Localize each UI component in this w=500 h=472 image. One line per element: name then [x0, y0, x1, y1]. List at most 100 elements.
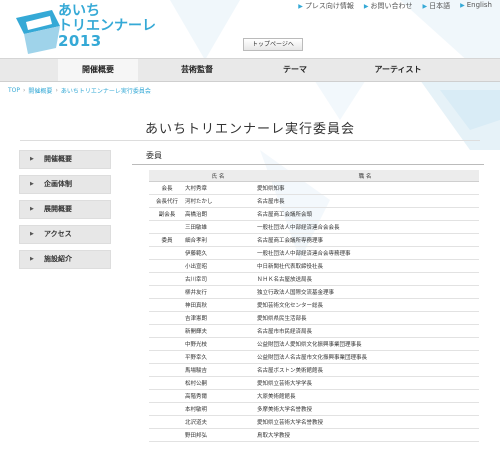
cell-name: 古川幸司	[185, 272, 251, 286]
cell-title: 中日新聞社代表取締役社長	[251, 259, 479, 273]
nav-director[interactable]: 芸術監督	[157, 59, 237, 81]
nav-artists[interactable]: アーティスト	[358, 59, 438, 81]
cell-name: 吉津憲朗	[185, 311, 251, 325]
cell-name: 三田敏雄	[185, 220, 251, 234]
table-row: 中野光枝 公益財団法人愛知県文化振興事業団理事長	[149, 337, 479, 351]
cell-role	[149, 350, 185, 364]
sidebar-item-access[interactable]: アクセス	[19, 225, 111, 244]
section-divider	[132, 164, 484, 165]
top-page-button[interactable]: トップページへ	[243, 38, 303, 51]
cell-title: 愛知県立芸術大学学長	[251, 376, 479, 390]
table-row: 本村敏明 多摩美術大学名誉教授	[149, 402, 479, 416]
main-nav: 開催概要 芸術監督 テーマ アーティスト	[0, 58, 500, 82]
table-row: 古川幸司 ＮＨＫ名古屋放送局長	[149, 272, 479, 286]
cell-title: 愛知芸術文化センター総長	[251, 298, 479, 312]
nav-theme[interactable]: テーマ	[255, 59, 335, 81]
sidebar-item-facilities[interactable]: 施設紹介	[19, 250, 111, 269]
sidebar-item-organization[interactable]: 企画体制	[19, 175, 111, 194]
cell-role	[149, 220, 185, 234]
table-header-role	[149, 170, 185, 182]
cell-name: 伊藤範久	[185, 246, 251, 260]
cell-title: 公益財団法人名古屋市文化振興事業団理事長	[251, 350, 479, 364]
cell-role: 副会長	[149, 207, 185, 221]
table-row: 北沢道夫 愛知県立芸術大学名誉教授	[149, 415, 479, 429]
cell-title: 多摩美術大学名誉教授	[251, 402, 479, 416]
breadcrumb-top[interactable]: TOP	[8, 87, 20, 94]
table-row: 会長 大村秀章 愛知県知事	[149, 181, 479, 195]
cell-role: 会長	[149, 181, 185, 195]
cell-name: 野田邦弘	[185, 428, 251, 442]
cell-name: 高階秀爾	[185, 389, 251, 403]
sidebar-item-overview[interactable]: 開催概要	[19, 150, 111, 169]
cell-name: 神田真秋	[185, 298, 251, 312]
cell-name: 北沢道夫	[185, 415, 251, 429]
cell-role	[149, 285, 185, 299]
breadcrumb: TOP › 開催概要 › あいちトリエンナーレ実行委員会	[8, 86, 151, 95]
breadcrumb-separator: ›	[23, 87, 26, 94]
cell-title: 名古屋市市民経済局長	[251, 324, 479, 338]
table-row: 松村公嗣 愛知県立芸術大学学長	[149, 376, 479, 390]
title-divider	[20, 140, 480, 141]
table-row: 高階秀爾 大原美術館館長	[149, 389, 479, 403]
press-link[interactable]: プレス向け情報	[298, 1, 354, 11]
utility-links: プレス向け情報 お問い合わせ 日本語 English	[298, 1, 492, 11]
table-row: 馬場駿吉 名古屋ボストン美術館館長	[149, 363, 479, 377]
contact-link[interactable]: お問い合わせ	[364, 1, 412, 11]
table-row: 三田敏雄 一般社団法人中部経済連合会会長	[149, 220, 479, 234]
cell-title: 名古屋市長	[251, 194, 479, 208]
cell-name: 高橋治朗	[185, 207, 251, 221]
japanese-link[interactable]: 日本語	[422, 1, 450, 11]
cell-title: 愛知県立芸術大学名誉教授	[251, 415, 479, 429]
logo-line1: あいち	[58, 3, 100, 19]
cell-role	[149, 428, 185, 442]
cell-role	[149, 246, 185, 260]
table-row: 委員 細合孝利 名古屋商工会議所専務理事	[149, 233, 479, 247]
table-row: 柳井友行 独立行政法人国際交流基金理事	[149, 285, 479, 299]
cell-name: 馬場駿吉	[185, 363, 251, 377]
table-row: 吉津憲朗 愛知県県民生活部長	[149, 311, 479, 325]
table-header-title: 職 名	[251, 170, 479, 182]
cell-name: 柳井友行	[185, 285, 251, 299]
english-link[interactable]: English	[460, 1, 492, 11]
table-row: 神田真秋 愛知芸術文化センター総長	[149, 298, 479, 312]
cell-title: 公益財団法人愛知県文化振興事業団理事長	[251, 337, 479, 351]
logo-text: あいち トリエンナーレ 2013	[58, 4, 156, 49]
cell-role	[149, 324, 185, 338]
sidebar: 開催概要 企画体制 展開概要 アクセス 施設紹介	[19, 150, 111, 275]
main-content: 委員 氏 名 職 名 会長 大村秀章 愛知県知事 会長代行 河村たかし 名古屋市長 副会長高…	[132, 150, 484, 442]
cell-title: ＮＨＫ名古屋放送局長	[251, 272, 479, 286]
cell-role	[149, 259, 185, 273]
sidebar-item-exhibition[interactable]: 展開概要	[19, 200, 111, 219]
section-title: 委員	[146, 151, 162, 160]
table-header-name: 氏 名	[185, 170, 251, 182]
cell-name: 細合孝利	[185, 233, 251, 247]
cell-role	[149, 376, 185, 390]
site-header: あいち トリエンナーレ 2013 プレス向け情報 お問い合わせ 日本語 Engl…	[0, 0, 500, 58]
members-table: 氏 名 職 名 会長 大村秀章 愛知県知事 会長代行 河村たかし 名古屋市長 副会長 高橋治朗…	[149, 170, 479, 442]
table-row: 会長代行 河村たかし 名古屋市長	[149, 194, 479, 208]
breadcrumb-separator: ›	[55, 87, 58, 94]
breadcrumb-current: あいちトリエンナーレ実行委員会	[60, 88, 151, 95]
cell-title: 名古屋商工会議所専務理事	[251, 233, 479, 247]
cell-title: 一般社団法人中部経済連合会専務理事	[251, 246, 479, 260]
cell-name: 平野幸久	[185, 350, 251, 364]
cell-role	[149, 337, 185, 351]
cell-role	[149, 363, 185, 377]
cell-title: 名古屋商工会議所会頭	[251, 207, 479, 221]
cell-role	[149, 272, 185, 286]
cell-title: 大原美術館館長	[251, 389, 479, 403]
logo-year: 2013	[58, 32, 102, 50]
cell-role	[149, 402, 185, 416]
cell-title: 独立行政法人国際交流基金理事	[251, 285, 479, 299]
nav-overview[interactable]: 開催概要	[58, 59, 138, 81]
cell-name: 大村秀章	[185, 181, 251, 195]
cell-title: 一般社団法人中部経済連合会会長	[251, 220, 479, 234]
cell-title: 鳥取大学教授	[251, 428, 479, 442]
cell-role: 会長代行	[149, 194, 185, 208]
cell-name: 松村公嗣	[185, 376, 251, 390]
cell-title: 名古屋ボストン美術館館長	[251, 363, 479, 377]
breadcrumb-overview[interactable]: 開催概要	[28, 86, 52, 95]
table-row: 平野幸久 公益財団法人名古屋市文化振興事業団理事長	[149, 350, 479, 364]
cell-name: 本村敏明	[185, 402, 251, 416]
cell-role	[149, 389, 185, 403]
